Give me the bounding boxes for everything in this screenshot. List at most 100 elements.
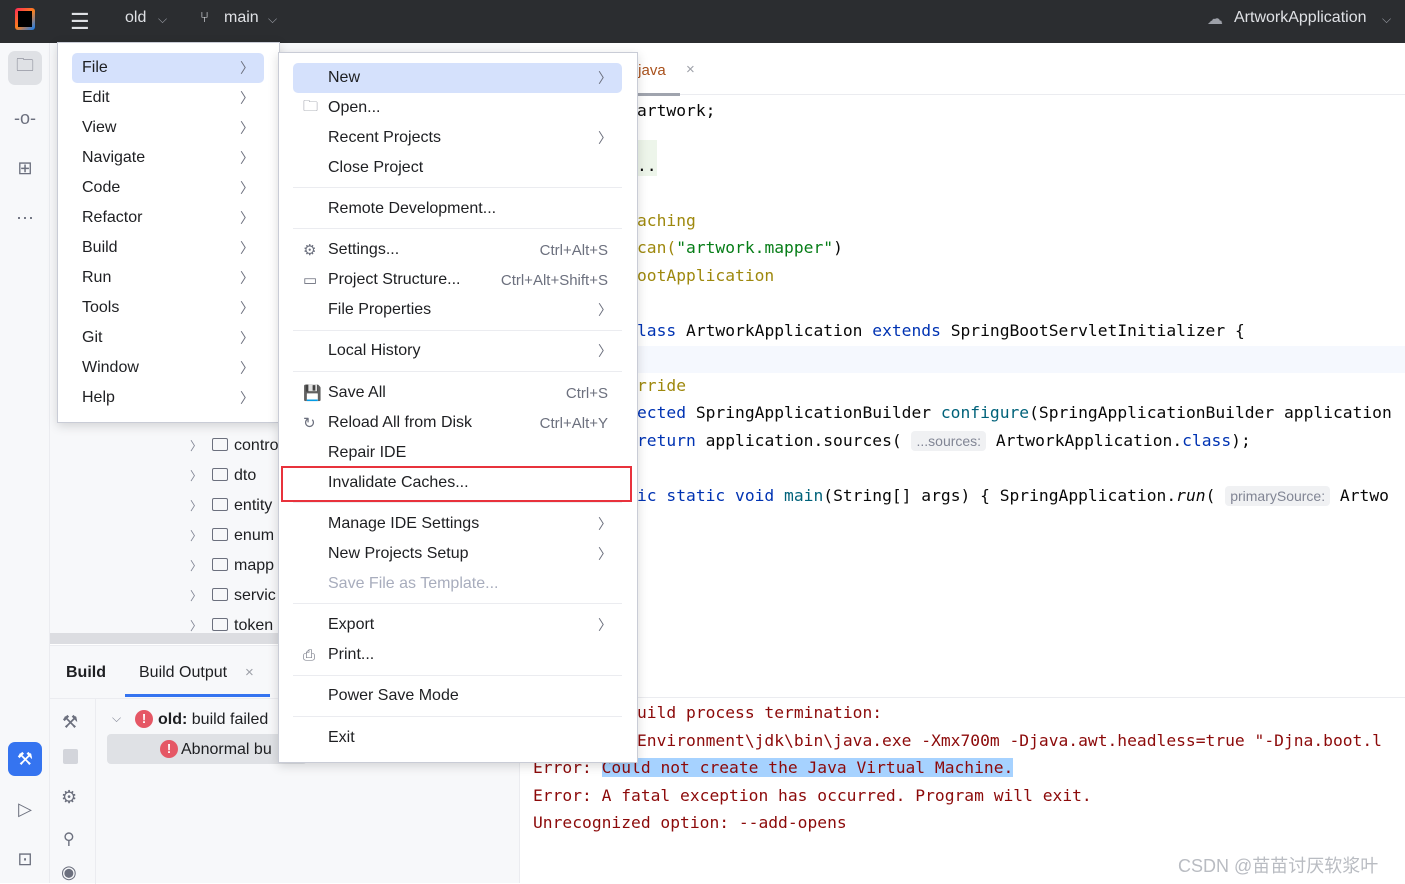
console-line: Error: A fatal exception has occurred. P…	[533, 786, 1092, 805]
code-line[interactable]: artwork;	[637, 101, 715, 120]
main-menu-hamburger-icon[interactable]: ☰	[70, 9, 90, 35]
file-menu-item-manage-ide-settings[interactable]: Manage IDE Settings 〉	[293, 509, 622, 539]
code-line[interactable]: ected SpringApplicationBuilder configure…	[637, 403, 1392, 422]
menu-item-navigate[interactable]: Navigate 〉	[72, 143, 264, 173]
stop-icon[interactable]	[63, 749, 78, 764]
file-menu-item-new-projects-setup[interactable]: New Projects Setup 〉	[293, 539, 622, 569]
tab-build-output[interactable]: Build Output	[139, 664, 227, 682]
tree-item[interactable]: 〉 mapp	[190, 557, 274, 575]
menu-item-label: Open...	[328, 99, 381, 116]
menu-item-label: Settings...	[328, 241, 400, 258]
editor: .java ×	[520, 43, 1405, 697]
tree-item[interactable]: 〉 dto	[190, 467, 256, 485]
menu-item-git[interactable]: Git 〉	[72, 323, 264, 353]
settings-gear-icon[interactable]: ⚙	[61, 787, 77, 808]
project-folder-icon[interactable]: 🗀	[8, 51, 42, 85]
code-line[interactable]: ootApplication	[637, 266, 774, 285]
file-menu-item-close-project[interactable]: Close Project	[293, 153, 622, 183]
code-line[interactable]: return application.sources( ...sources: …	[637, 431, 1251, 451]
menu-item-view[interactable]: View 〉	[72, 113, 264, 143]
menu-item-label: Refactor	[82, 209, 143, 226]
pin-icon[interactable]: ⚲	[63, 829, 75, 849]
branch-selector[interactable]: main	[224, 9, 259, 27]
project-selector[interactable]: old	[125, 9, 146, 27]
tree-item-label: enum	[234, 527, 275, 544]
folder-icon: 🗀	[303, 97, 319, 115]
eye-icon[interactable]: ◉	[61, 862, 77, 883]
build-error-row[interactable]: Abnormal bu	[181, 741, 272, 759]
menu-item-run[interactable]: Run 〉	[72, 263, 264, 293]
menu-item-help[interactable]: Help 〉	[72, 383, 264, 413]
menu-item-label: Edit	[82, 89, 110, 106]
file-menu-item-reload-all-from-disk[interactable]: ↻ Reload All from Disk Ctrl+Alt+Y	[293, 408, 622, 438]
file-menu-item-open[interactable]: 🗀 Open...	[293, 93, 622, 123]
parameter-hint: ...sources:	[911, 431, 987, 451]
more-icon[interactable]: ⋯	[8, 201, 42, 235]
build-hammer-icon[interactable]: ⚒	[8, 742, 42, 776]
tree-item[interactable]: 〉 contro	[190, 437, 278, 455]
chevron-right-icon: 〉	[598, 130, 612, 146]
close-tab-icon[interactable]: ×	[686, 61, 695, 78]
editor-tab[interactable]: .java	[634, 62, 666, 79]
tree-item[interactable]: 〉 entity	[190, 497, 272, 515]
menu-item-label: Recent Projects	[328, 129, 441, 146]
menu-item-code[interactable]: Code 〉	[72, 173, 264, 203]
build-result-row[interactable]: old: build failed	[158, 711, 268, 729]
close-tab-icon[interactable]: ×	[245, 664, 254, 681]
hammer-icon[interactable]: ⚒	[62, 712, 78, 733]
expand-chevron-icon[interactable]: ⌵	[112, 711, 121, 726]
chevron-down-icon: ⌵	[268, 12, 278, 26]
menu-item-window[interactable]: Window 〉	[72, 353, 264, 383]
file-menu-item-remote-development[interactable]: Remote Development...	[293, 194, 622, 224]
code-line[interactable]: can("artwork.mapper")	[637, 238, 843, 257]
file-menu-item-settings[interactable]: ⚙ Settings... Ctrl+Alt+S	[293, 235, 622, 265]
code-line[interactable]: ic static void main(String[] args) { Spr…	[637, 486, 1389, 506]
file-menu-item-export[interactable]: Export 〉	[293, 610, 622, 640]
file-menu-item-power-save-mode[interactable]: Power Save Mode	[293, 681, 622, 711]
tree-item[interactable]: 〉 servic	[190, 587, 276, 605]
menu-item-build[interactable]: Build 〉	[72, 233, 264, 263]
package-icon	[212, 528, 229, 541]
code-line[interactable]: lass ArtworkApplication extends SpringBo…	[637, 321, 1245, 340]
run-icon[interactable]: ▷	[8, 792, 42, 826]
file-menu-item-new[interactable]: New 〉	[293, 63, 622, 93]
run-config-icon: ☁	[1207, 11, 1223, 28]
file-menu-item-print[interactable]: ⎙ Print...	[293, 640, 622, 670]
menu-item-edit[interactable]: Edit 〉	[72, 83, 264, 113]
menu-item-refactor[interactable]: Refactor 〉	[72, 203, 264, 233]
build-panel-title: Build	[66, 664, 106, 681]
package-icon	[212, 618, 229, 631]
intellij-logo-icon[interactable]	[15, 8, 35, 30]
code-line[interactable]: rride	[637, 376, 686, 395]
terminal-icon[interactable]: ⊡	[8, 842, 42, 876]
chevron-right-icon: 〉	[240, 300, 254, 316]
menu-item-file[interactable]: File 〉	[72, 53, 264, 83]
file-menu-item-exit[interactable]: Exit	[293, 723, 622, 753]
chevron-right-icon: 〉	[598, 546, 612, 562]
menu-item-label: Save All	[328, 384, 386, 401]
code-line[interactable]: aching	[637, 211, 696, 230]
tree-item[interactable]: 〉 enum	[190, 527, 274, 545]
file-menu-item-save-all[interactable]: 💾 Save All Ctrl+S	[293, 378, 622, 408]
menu-separator	[293, 330, 622, 331]
file-menu-item-local-history[interactable]: Local History 〉	[293, 336, 622, 366]
file-menu-item-project-structure[interactable]: ▭ Project Structure... Ctrl+Alt+Shift+S	[293, 265, 622, 295]
menu-item-tools[interactable]: Tools 〉	[72, 293, 264, 323]
menu-separator	[293, 371, 622, 372]
run-config-selector[interactable]: ArtworkApplication	[1234, 9, 1367, 27]
chevron-right-icon: 〉	[240, 210, 254, 226]
menu-item-label: View	[82, 119, 117, 136]
watermark: CSDN @苗苗讨厌软浆叶	[1178, 856, 1379, 876]
title-bar: ☰ old ⌵ ⑂ main ⌵ ☁ ArtworkApplication ⌵	[0, 0, 1405, 43]
menu-item-label: Help	[82, 389, 115, 406]
commit-icon[interactable]: -o-	[8, 101, 42, 135]
file-menu-item-file-properties[interactable]: File Properties 〉	[293, 295, 622, 325]
file-menu-item-repair-ide[interactable]: Repair IDE	[293, 438, 622, 468]
structure-icon[interactable]: ⊞	[8, 151, 42, 185]
package-icon	[212, 588, 229, 601]
code-line[interactable]: ..	[637, 156, 657, 175]
menu-item-label: File	[82, 59, 108, 76]
package-icon	[212, 438, 229, 451]
file-menu-item-recent-projects[interactable]: Recent Projects 〉	[293, 123, 622, 153]
chevron-right-icon: 〉	[240, 150, 254, 166]
